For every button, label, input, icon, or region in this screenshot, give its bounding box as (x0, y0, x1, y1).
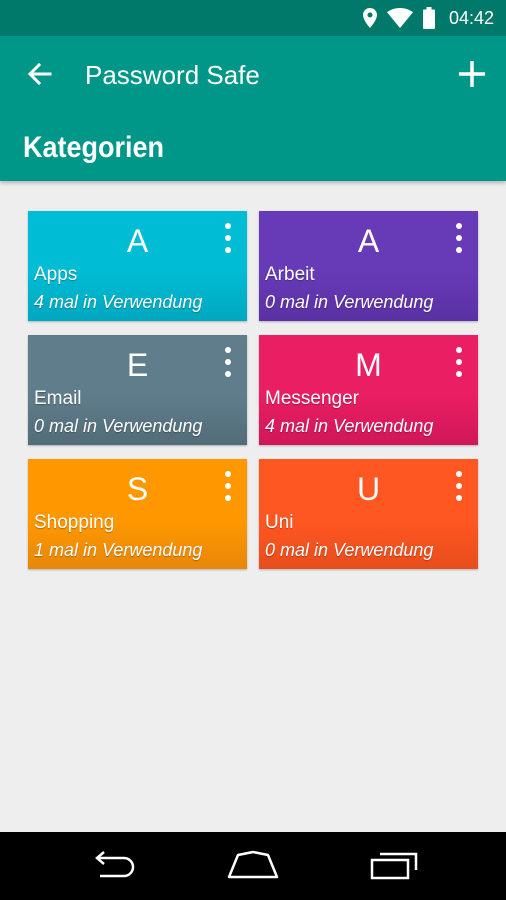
back-icon (95, 851, 135, 878)
category-tile[interactable]: A Arbeit 0 mal in Verwendung (259, 211, 478, 321)
nav-home-button[interactable] (225, 850, 281, 885)
recent-apps-icon (370, 852, 418, 880)
category-tile[interactable]: S Shopping 1 mal in Verwendung (28, 459, 247, 569)
battery-icon (422, 7, 435, 29)
navigation-bar (0, 832, 506, 900)
app-bar: Password Safe Kategorien (0, 36, 506, 181)
overflow-menu-icon[interactable] (221, 347, 235, 377)
category-name: Email (34, 388, 82, 409)
overflow-menu-icon[interactable] (452, 471, 466, 501)
back-button[interactable] (22, 56, 58, 92)
category-letter: A (126, 223, 149, 259)
status-time: 04:42 (448, 7, 494, 28)
back-arrow-icon (27, 62, 52, 86)
category-usage: 0 mal in Verwendung (265, 292, 434, 312)
category-name: Arbeit (265, 264, 315, 285)
category-letter: E (126, 347, 149, 383)
add-icon (459, 61, 485, 87)
overflow-menu-icon[interactable] (221, 471, 235, 501)
category-letter: S (126, 471, 149, 507)
category-name: Uni (265, 512, 294, 533)
category-name: Apps (34, 264, 78, 285)
category-tile[interactable]: U Uni 0 mal in Verwendung (259, 459, 478, 569)
category-usage: 4 mal in Verwendung (34, 292, 203, 312)
category-letter: M (355, 347, 382, 383)
status-bar: 04:42 (0, 0, 506, 36)
section-title: Kategorien (23, 131, 165, 164)
category-usage: 1 mal in Verwendung (34, 540, 203, 560)
nav-back-button[interactable] (88, 850, 138, 885)
app-title: Password Safe (85, 60, 260, 90)
category-tile[interactable]: A Apps 4 mal in Verwendung (28, 211, 247, 321)
category-usage: 0 mal in Verwendung (34, 416, 203, 436)
wifi-icon (386, 8, 413, 28)
category-usage: 0 mal in Verwendung (265, 540, 434, 560)
home-icon (227, 850, 279, 879)
category-tile[interactable]: M Messenger 4 mal in Verwendung (259, 335, 478, 445)
overflow-menu-icon[interactable] (452, 347, 466, 377)
category-usage: 4 mal in Verwendung (265, 416, 434, 436)
category-letter: A (357, 223, 380, 259)
category-name: Messenger (265, 388, 359, 409)
nav-recent-apps-button[interactable] (370, 850, 420, 885)
category-tile[interactable]: E Email 0 mal in Verwendung (28, 335, 247, 445)
add-category-button[interactable] (454, 56, 490, 92)
category-name: Shopping (34, 512, 115, 533)
overflow-menu-icon[interactable] (452, 223, 466, 253)
category-letter: U (356, 471, 381, 507)
overflow-menu-icon[interactable] (221, 223, 235, 253)
location-icon (362, 8, 377, 28)
